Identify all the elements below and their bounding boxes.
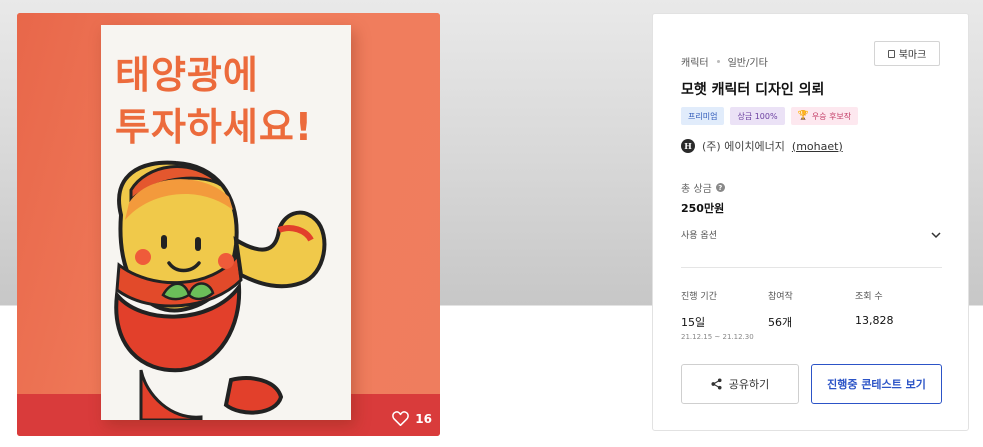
contest-stats: 진행 기간 15일 21.12.15 ~ 21.12.30 참여작 56개 조회…: [681, 289, 942, 341]
breadcrumb: 캐릭터 일반/기타: [681, 54, 768, 69]
host-info[interactable]: H (주) 에이치에너지 (mohaet): [681, 138, 843, 154]
action-buttons: 공유하기 진행중 콘테스트 보기: [681, 364, 942, 404]
poster-card: 태양광에 투자하세요!: [101, 25, 351, 420]
help-icon[interactable]: ?: [715, 183, 725, 192]
stat-views-label: 조회 수: [855, 292, 883, 302]
premium-badge: 프리미엄: [681, 107, 725, 125]
like-count: 16: [415, 411, 432, 426]
slogan-line-1: 태양광에: [115, 53, 259, 97]
stat-entries: 참여작 56개: [768, 289, 855, 341]
share-icon: [711, 378, 722, 390]
bookmark-button[interactable]: 북마크: [874, 41, 940, 66]
bookmark-label: 북마크: [898, 50, 927, 61]
view-ongoing-contests-button[interactable]: 진행중 콘테스트 보기: [811, 364, 942, 404]
contest-title: 모햇 캐릭터 디자인 의뢰: [681, 82, 825, 98]
options-label: 사용 옵션: [681, 231, 717, 241]
total-prize-label: 총 상금 ?: [681, 180, 725, 195]
stat-entries-value: 56개: [768, 316, 793, 329]
bookmark-icon: [887, 49, 895, 58]
total-prize-value: 250만원: [681, 202, 725, 215]
contest-info-panel: 캐릭터 일반/기타 북마크 모햇 캐릭터 디자인 의뢰 프리미엄 상금 100%…: [652, 13, 969, 431]
host-name: (주) 에이치에너지: [702, 140, 785, 153]
category-link[interactable]: 캐릭터: [681, 54, 709, 69]
divider: [681, 267, 942, 268]
badge-list: 프리미엄 상금 100% 🏆 우승 후보작: [681, 107, 859, 125]
stat-period: 진행 기간 15일 21.12.15 ~ 21.12.30: [681, 289, 768, 341]
view-ongoing-contests-label: 진행중 콘테스트 보기: [827, 378, 926, 391]
stat-views: 조회 수 13,828: [855, 289, 942, 341]
share-button-label: 공유하기: [728, 378, 770, 391]
prize-rate-badge: 상금 100%: [730, 107, 785, 125]
premium-badge-label: 프리미엄: [688, 111, 718, 121]
stat-period-dates: 21.12.15 ~ 21.12.30: [681, 333, 754, 341]
options-dropdown[interactable]: 사용 옵션: [681, 228, 942, 241]
contest-hero-image[interactable]: 태양광에 투자하세요! 16: [17, 13, 440, 436]
breadcrumb-separator: [716, 60, 720, 63]
stat-views-value: 13,828: [855, 314, 894, 327]
host-logo: H: [681, 139, 695, 153]
stat-period-value: 15일: [681, 316, 706, 329]
total-prize-label-text: 총 상금: [681, 184, 712, 195]
share-button[interactable]: 공유하기: [681, 364, 799, 404]
excellent-badge-label: 우승 후보작: [811, 111, 852, 121]
trophy-icon: 🏆: [797, 111, 809, 121]
like-counter[interactable]: 16: [392, 411, 432, 426]
excellent-badge: 🏆 우승 후보작: [790, 107, 859, 125]
slogan-line-2: 투자하세요!: [115, 105, 314, 149]
stat-entries-label: 참여작: [768, 292, 793, 302]
poster-slogan: 태양광에 투자하세요!: [115, 49, 313, 153]
host-handle-link[interactable]: (mohaet): [792, 140, 843, 153]
subcategory-link[interactable]: 일반/기타: [728, 54, 768, 69]
prize-rate-badge-label: 상금 100%: [737, 111, 778, 121]
heart-icon[interactable]: [392, 411, 410, 426]
chevron-down-icon[interactable]: [930, 229, 942, 241]
stat-period-label: 진행 기간: [681, 292, 717, 302]
